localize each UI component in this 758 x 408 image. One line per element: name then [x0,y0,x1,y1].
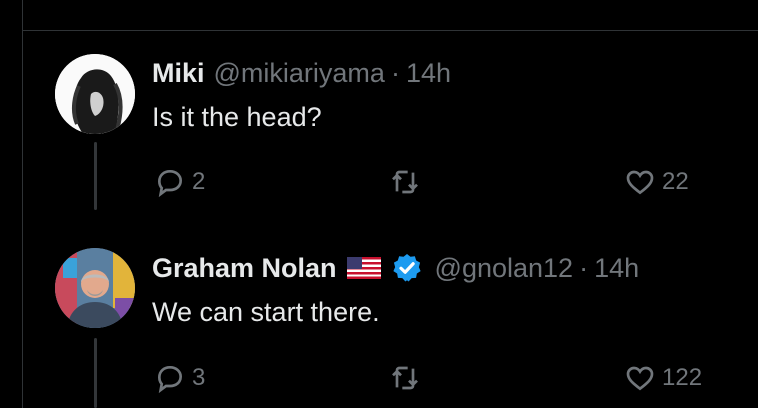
like-count: 22 [662,168,689,195]
reply-count: 2 [192,168,206,195]
author-name[interactable]: Miki [152,58,205,89]
column-divider [22,0,23,408]
reply-count: 3 [192,364,206,391]
tweet-separator [22,30,758,31]
timestamp[interactable]: 14h [594,253,639,284]
timestamp[interactable]: 14h [406,58,451,89]
separator-dot: · [390,58,400,88]
us-flag-icon [346,257,381,279]
tweet-text: Is it the head? [152,102,322,132]
separator-dot: · [579,252,589,283]
reply-icon [157,169,183,198]
like-button[interactable]: 22 [624,166,689,198]
like-button[interactable]: 122 [624,362,702,394]
thread-line [94,142,97,210]
retweet-icon [392,170,418,194]
verified-badge-icon [392,254,421,282]
avatar[interactable] [55,248,135,328]
tweet-text: We can start there. [152,297,380,327]
like-count: 122 [662,364,703,391]
retweet-button[interactable] [389,166,421,198]
retweet-icon [392,366,418,390]
reply-icon [157,365,183,394]
thread-line [94,338,97,408]
tweet-header: Graham Nolan @gnolan12 · 14h [152,252,639,284]
reply-button[interactable]: 2 [154,166,205,198]
reply-button[interactable]: 3 [154,362,205,394]
retweet-button[interactable] [389,362,421,394]
avatar[interactable] [55,54,135,134]
heart-icon [626,170,654,195]
heart-icon [626,366,654,391]
author-handle[interactable]: @gnolan12 [435,253,574,284]
author-name[interactable]: Graham Nolan [152,253,337,284]
author-handle[interactable]: @mikiariyama [214,58,385,89]
tweet-header: Miki @mikiariyama · 14h [152,58,451,89]
